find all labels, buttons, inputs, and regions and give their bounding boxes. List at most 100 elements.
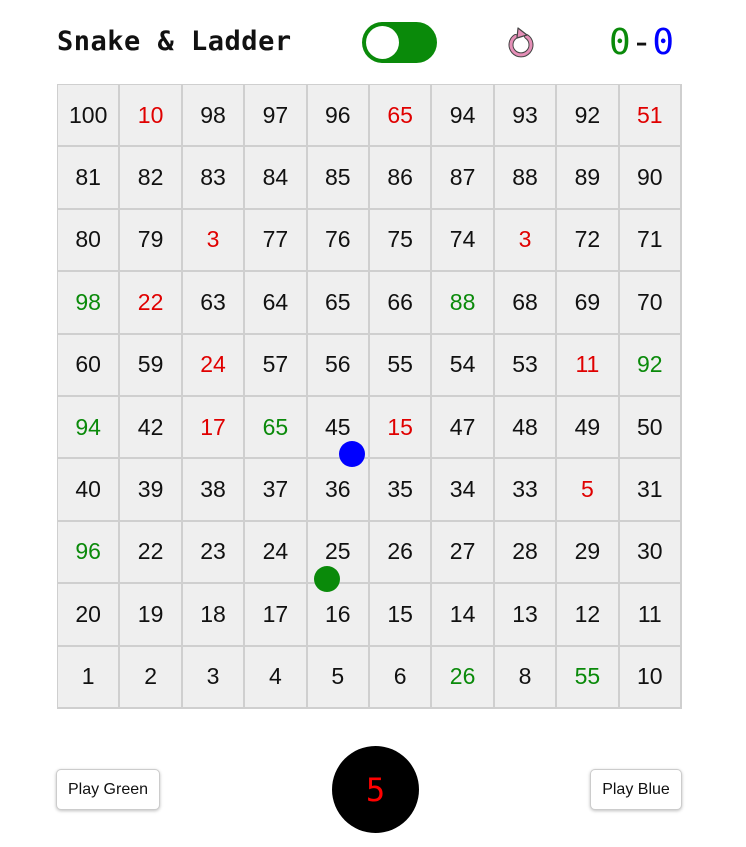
mode-toggle[interactable]	[362, 22, 437, 63]
board-cell: 28	[494, 521, 558, 585]
board-cell: 65	[370, 85, 433, 148]
board-cell: 24	[245, 521, 308, 585]
board-cell: 11	[557, 334, 620, 397]
play-green-button[interactable]: Play Green	[56, 769, 160, 810]
board-cell: 66	[370, 272, 433, 335]
board-cell: 22	[120, 272, 183, 335]
board-cell: 74	[432, 209, 495, 273]
board-cell: 33	[494, 459, 558, 522]
score-blue: 0	[652, 22, 675, 63]
score-separator: -	[630, 22, 653, 63]
board-cell: 50	[619, 397, 682, 460]
board-cell: 65	[307, 272, 370, 335]
board-cell: 17	[182, 397, 246, 460]
board-cell: 20	[58, 584, 121, 647]
board-cell: 27	[432, 521, 495, 585]
board-cell: 40	[58, 459, 121, 522]
refresh-icon[interactable]	[504, 26, 538, 60]
board-cell: 98	[182, 85, 246, 148]
board-cell: 1	[58, 646, 121, 709]
board-cell: 56	[307, 334, 370, 397]
board-cell: 3	[182, 209, 246, 273]
board-cell: 70	[619, 272, 682, 335]
board-cell: 22	[120, 521, 183, 585]
board-cell: 98	[58, 272, 121, 335]
board-cell: 100	[58, 85, 121, 148]
board-cell: 18	[182, 584, 246, 647]
board-cell: 36	[307, 459, 370, 522]
board-cell: 23	[182, 521, 246, 585]
board-cell: 69	[557, 272, 620, 335]
board-cell: 35	[370, 459, 433, 522]
board-cell: 15	[370, 397, 433, 460]
board-cell: 57	[245, 334, 308, 397]
board-cell: 30	[619, 521, 682, 585]
board-cell: 64	[245, 272, 308, 335]
header: Snake & Ladder 0-0	[0, 0, 746, 84]
board-cell: 17	[245, 584, 308, 647]
board-cell: 10	[120, 85, 183, 148]
board-cell: 34	[432, 459, 495, 522]
board-cell: 5	[307, 646, 370, 709]
board-cell: 8	[494, 646, 558, 709]
board-cell: 88	[494, 147, 558, 210]
board-cell: 81	[58, 147, 121, 210]
board-cell: 38	[182, 459, 246, 522]
board-cell: 82	[120, 147, 183, 210]
board-cell: 90	[619, 147, 682, 210]
board-cell: 89	[557, 147, 620, 210]
board-cell: 31	[619, 459, 682, 522]
board-cell: 4	[245, 646, 308, 709]
board-cell: 75	[370, 209, 433, 273]
board-cell: 94	[58, 397, 121, 460]
board-cell: 6	[370, 646, 433, 709]
board-cell: 84	[245, 147, 308, 210]
board-cell: 48	[494, 397, 558, 460]
board-cell: 77	[245, 209, 308, 273]
board-cell: 14	[432, 584, 495, 647]
dice[interactable]: 5	[332, 746, 419, 833]
board-cell: 51	[619, 85, 682, 148]
board-cell: 60	[58, 334, 121, 397]
board-cell: 96	[58, 521, 121, 585]
score-display: 0-0	[609, 22, 674, 63]
board-cell: 80	[58, 209, 121, 273]
board-cell: 97	[245, 85, 308, 148]
board-cell: 68	[494, 272, 558, 335]
board-cell: 16	[307, 584, 370, 647]
board-cell: 15	[370, 584, 433, 647]
board-cell: 53	[494, 334, 558, 397]
board-cell: 10	[619, 646, 682, 709]
board-cell: 42	[120, 397, 183, 460]
board-cell: 26	[370, 521, 433, 585]
board-cell: 13	[494, 584, 558, 647]
board-cell: 29	[557, 521, 620, 585]
board-cell: 88	[432, 272, 495, 335]
board-cell: 65	[245, 397, 308, 460]
board-cell: 54	[432, 334, 495, 397]
board-cell: 39	[120, 459, 183, 522]
blue-token	[339, 441, 365, 467]
board-cell: 55	[370, 334, 433, 397]
board-cell: 94	[432, 85, 495, 148]
green-token	[314, 566, 340, 592]
board-cell: 72	[557, 209, 620, 273]
board-cell: 83	[182, 147, 246, 210]
board-cell: 12	[557, 584, 620, 647]
board-cell: 76	[307, 209, 370, 273]
board-cell: 47	[432, 397, 495, 460]
board-cell: 87	[432, 147, 495, 210]
play-blue-button[interactable]: Play Blue	[590, 769, 682, 810]
board-cell: 71	[619, 209, 682, 273]
board-cell: 24	[182, 334, 246, 397]
board-cell: 19	[120, 584, 183, 647]
board-cell: 49	[557, 397, 620, 460]
board-cell: 11	[619, 584, 682, 647]
board-cell: 79	[120, 209, 183, 273]
board-cell: 55	[557, 646, 620, 709]
board-cell: 26	[432, 646, 495, 709]
game-title: Snake & Ladder	[57, 26, 292, 57]
board-cell: 5	[557, 459, 620, 522]
board-cell: 2	[120, 646, 183, 709]
board-cell: 3	[494, 209, 558, 273]
